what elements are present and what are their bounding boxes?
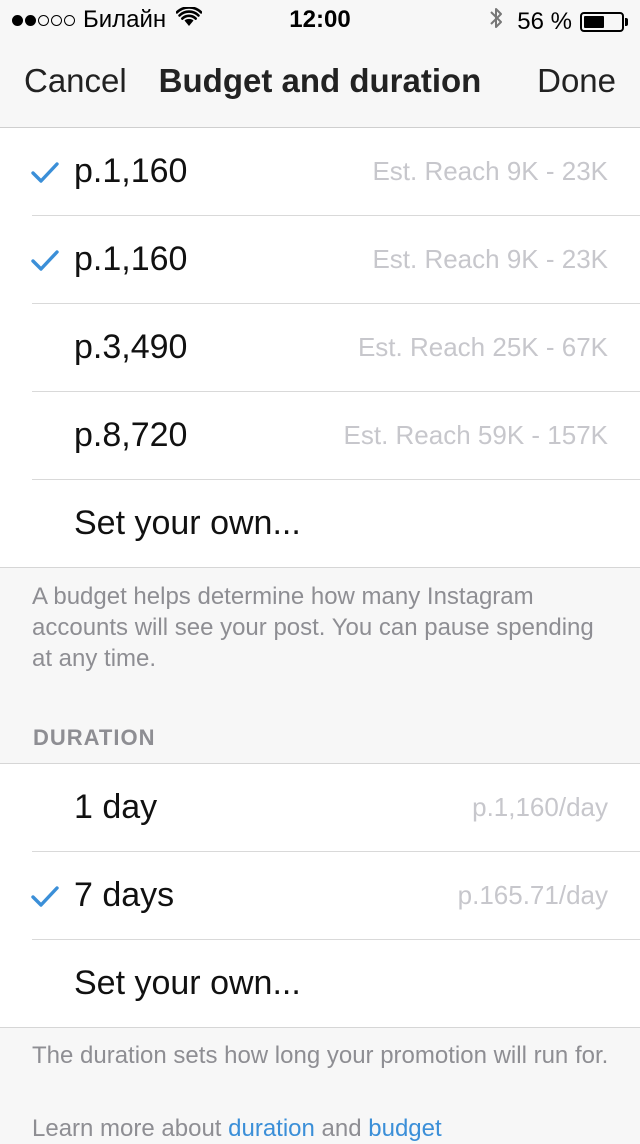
duration-option-label: 7 days	[74, 876, 175, 914]
budget-option-label: p.1,160	[74, 152, 188, 190]
budget-option-3[interactable]: p.3,490 Est. Reach 25K - 67K	[0, 304, 640, 392]
learn-more-and: and	[314, 1115, 369, 1142]
duration-option-daily-cost: p.1,160/day	[472, 792, 608, 822]
budget-option-reach: Est. Reach 59K - 157K	[343, 420, 608, 450]
duration-option-2[interactable]: 7 days p.165.71/day	[0, 852, 640, 940]
budget-option-reach: Est. Reach 9K - 23K	[372, 156, 608, 186]
duration-footer-text: The duration sets how long your promotio…	[32, 1042, 609, 1069]
budget-link[interactable]: budget	[368, 1115, 441, 1142]
duration-set-own-label: Set your own...	[74, 964, 301, 1002]
budget-option-label: p.8,720	[74, 416, 188, 454]
budget-footer-text: A budget helps determine how many Instag…	[32, 583, 594, 672]
learn-more-text: Learn more about duration and budget	[32, 1113, 612, 1144]
bluetooth-icon	[489, 6, 503, 37]
budget-option-reach: Est. Reach 9K - 23K	[372, 244, 608, 274]
battery-cap	[625, 17, 628, 26]
duration-set-own-button[interactable]: Set your own...	[0, 940, 640, 1028]
budget-option-label: p.1,160	[74, 240, 188, 278]
budget-options-list: p.1,160 Est. Reach 9K - 23K p.1,160 Est.…	[0, 128, 640, 568]
status-bar: Билайн 12:00 56 %	[0, 0, 640, 40]
duration-link[interactable]: duration	[228, 1115, 315, 1142]
budget-option-label: p.3,490	[74, 328, 188, 366]
check-icon	[30, 885, 60, 909]
duration-option-1[interactable]: 1 day p.1,160/day	[0, 764, 640, 852]
check-icon	[30, 161, 60, 185]
budget-option-1[interactable]: p.1,160 Est. Reach 9K - 23K	[0, 128, 640, 216]
budget-set-own-button[interactable]: Set your own...	[0, 480, 640, 568]
battery-percent: 56 %	[517, 7, 572, 35]
done-button[interactable]: Done	[537, 62, 616, 100]
learn-more-prefix: Learn more about	[32, 1115, 229, 1142]
duration-options-list: 1 day p.1,160/day 7 days p.165.71/day Se…	[0, 763, 640, 1028]
battery-level-fill	[584, 15, 605, 28]
budget-set-own-label: Set your own...	[74, 504, 301, 542]
budget-option-reach: Est. Reach 25K - 67K	[357, 332, 608, 362]
duration-section-header: DURATION	[33, 725, 156, 750]
status-right: 56 %	[489, 6, 628, 37]
budget-option-4[interactable]: p.8,720 Est. Reach 59K - 157K	[0, 392, 640, 480]
budget-option-2[interactable]: p.1,160 Est. Reach 9K - 23K	[0, 216, 640, 304]
battery-icon	[580, 11, 624, 32]
check-icon	[30, 249, 60, 273]
duration-option-label: 1 day	[74, 788, 158, 826]
navigation-bar: Cancel Budget and duration Done	[0, 40, 640, 128]
duration-option-daily-cost: p.165.71/day	[457, 880, 608, 910]
